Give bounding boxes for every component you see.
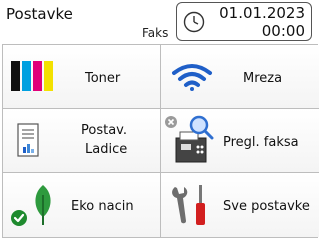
date-display: 01.01.2023 [219,4,305,22]
mode-label: Faks [142,26,169,40]
settings-menu-grid: Toner Mreza Postav. Ladice Pregl. faksa … [2,44,319,238]
fax-preview-icon [165,115,214,163]
page-title: Postavke [6,5,73,23]
fax-preview-button[interactable]: Pregl. faksa [161,109,319,173]
network-button[interactable]: Mreza [161,45,319,109]
date-time-button[interactable]: 01.01.2023 00:00 [176,2,312,41]
toner-label: Toner [85,71,121,86]
tray-settings-label-line2: Ladice [85,142,128,157]
clock-icon [183,11,205,33]
paper-tray-icon [17,123,39,157]
wifi-icon [172,64,212,91]
time-display: 00:00 [261,22,305,40]
tray-settings-label-line1: Postav. [81,123,127,138]
tools-icon [172,185,205,225]
eco-mode-label: Eko nacin [71,199,134,214]
all-settings-button[interactable]: Sve postavke [161,173,319,237]
toner-cartridges-icon [11,61,53,91]
network-label: Mreza [243,71,283,86]
fax-preview-label: Pregl. faksa [223,135,299,150]
eco-mode-button[interactable]: Eko nacin [3,173,161,237]
tray-settings-button[interactable]: Postav. Ladice [3,109,161,173]
toner-button[interactable]: Toner [3,45,161,109]
eco-leaf-icon [11,185,51,226]
all-settings-label: Sve postavke [223,199,310,214]
